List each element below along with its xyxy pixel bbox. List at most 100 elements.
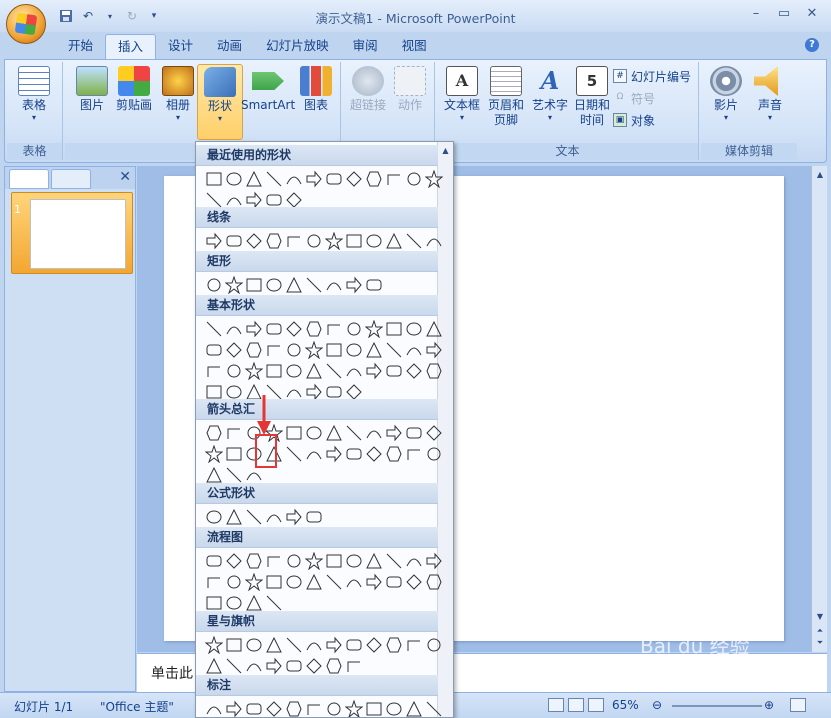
shape-item[interactable] xyxy=(285,320,303,338)
shape-item[interactable] xyxy=(385,170,403,188)
shape-item[interactable] xyxy=(285,657,303,675)
shape-item[interactable] xyxy=(385,341,403,359)
shape-item[interactable] xyxy=(205,424,223,442)
shape-item[interactable] xyxy=(405,636,423,654)
shape-item[interactable] xyxy=(304,340,324,360)
shape-item[interactable] xyxy=(305,320,323,338)
shape-item[interactable] xyxy=(265,362,283,380)
minimize-icon[interactable]: – xyxy=(743,4,769,24)
shape-item[interactable] xyxy=(225,170,243,188)
close-icon[interactable]: ✕ xyxy=(119,169,131,185)
shape-item[interactable] xyxy=(365,573,383,591)
shape-item[interactable] xyxy=(324,231,344,251)
shape-item[interactable] xyxy=(425,445,443,463)
shape-item[interactable] xyxy=(425,552,443,570)
shape-item[interactable] xyxy=(325,657,343,675)
shape-item[interactable] xyxy=(305,424,323,442)
shape-item[interactable] xyxy=(245,466,263,484)
shape-item[interactable] xyxy=(265,700,283,717)
shape-item[interactable] xyxy=(245,170,263,188)
next-slide-icon[interactable]: ⏷ xyxy=(813,636,827,650)
sound-button[interactable]: 声音 ▾ xyxy=(747,64,793,136)
shape-item[interactable] xyxy=(225,232,243,250)
shape-item[interactable] xyxy=(225,700,243,717)
shape-item[interactable] xyxy=(285,445,303,463)
shape-item[interactable] xyxy=(365,341,383,359)
shapes-button[interactable]: 形状 ▾ xyxy=(197,64,243,140)
shape-item[interactable] xyxy=(385,700,403,717)
shape-item[interactable] xyxy=(405,552,423,570)
shape-item[interactable] xyxy=(305,508,323,526)
shape-item[interactable] xyxy=(285,424,303,442)
shape-item[interactable] xyxy=(345,424,363,442)
shape-item[interactable] xyxy=(305,700,323,717)
shape-item[interactable] xyxy=(245,508,263,526)
shape-item[interactable] xyxy=(225,362,243,380)
scroll-up-icon[interactable]: ▲ xyxy=(813,168,827,182)
slideshow-icon[interactable] xyxy=(588,698,604,712)
shape-item[interactable] xyxy=(385,445,403,463)
office-button[interactable] xyxy=(6,4,46,44)
shape-item[interactable] xyxy=(385,320,403,338)
shape-item[interactable] xyxy=(304,551,324,571)
shape-item[interactable] xyxy=(205,657,223,675)
shape-item[interactable] xyxy=(325,424,343,442)
movie-button[interactable]: 影片 ▾ xyxy=(703,64,749,136)
shape-item[interactable] xyxy=(425,424,443,442)
shape-item[interactable] xyxy=(285,508,303,526)
shape-item[interactable] xyxy=(365,170,383,188)
wordart-button[interactable]: A 艺术字 ▾ xyxy=(527,64,573,136)
shape-item[interactable] xyxy=(285,232,303,250)
shape-item[interactable] xyxy=(245,276,263,294)
shape-item[interactable] xyxy=(345,657,363,675)
hyperlink-button[interactable]: 超链接 xyxy=(345,64,391,136)
shape-item[interactable] xyxy=(205,170,223,188)
shape-item[interactable] xyxy=(225,552,243,570)
shape-item[interactable] xyxy=(285,341,303,359)
shape-item[interactable] xyxy=(245,657,263,675)
shape-item[interactable] xyxy=(225,341,243,359)
shape-item[interactable] xyxy=(345,170,363,188)
symbol-button[interactable]: Ω 符号 xyxy=(613,88,655,108)
shape-item[interactable] xyxy=(225,320,243,338)
normal-view-icon[interactable] xyxy=(548,698,564,712)
shape-item[interactable] xyxy=(265,552,283,570)
shape-item[interactable] xyxy=(405,424,423,442)
shape-item[interactable] xyxy=(205,362,223,380)
shape-item[interactable] xyxy=(364,319,384,339)
shape-item[interactable] xyxy=(225,636,243,654)
shape-item[interactable] xyxy=(265,232,283,250)
shape-item[interactable] xyxy=(405,170,423,188)
shape-item[interactable] xyxy=(204,635,224,655)
tab-slideshow[interactable]: 幻灯片放映 xyxy=(254,34,341,60)
shape-item[interactable] xyxy=(425,341,443,359)
tab-review[interactable]: 审阅 xyxy=(341,34,390,60)
shape-item[interactable] xyxy=(305,573,323,591)
shape-item[interactable] xyxy=(365,232,383,250)
maximize-icon[interactable]: ▭ xyxy=(771,4,797,24)
shape-item[interactable] xyxy=(425,232,443,250)
shape-item[interactable] xyxy=(265,341,283,359)
shape-item[interactable] xyxy=(345,341,363,359)
chart-button[interactable]: 图表 xyxy=(293,64,339,136)
shape-item[interactable] xyxy=(405,445,423,463)
shape-item[interactable] xyxy=(225,594,243,612)
action-button[interactable]: 动作 xyxy=(387,64,433,136)
tab-insert[interactable]: 插入 xyxy=(105,34,157,60)
shape-item[interactable] xyxy=(265,573,283,591)
shape-item[interactable] xyxy=(245,594,263,612)
shape-item[interactable] xyxy=(365,552,383,570)
header-footer-button[interactable]: 页眉和 页脚 xyxy=(483,64,529,136)
shape-item[interactable] xyxy=(325,276,343,294)
shape-item[interactable] xyxy=(385,636,403,654)
shape-item[interactable] xyxy=(265,657,283,675)
shape-item[interactable] xyxy=(405,232,423,250)
shape-item[interactable] xyxy=(385,573,403,591)
shape-item[interactable] xyxy=(305,636,323,654)
shape-item[interactable] xyxy=(405,320,423,338)
shape-item[interactable] xyxy=(225,573,243,591)
shape-item[interactable] xyxy=(225,657,243,675)
shape-item[interactable] xyxy=(205,573,223,591)
textbox-button[interactable]: A 文本框 ▾ xyxy=(439,64,485,136)
shape-item[interactable] xyxy=(345,552,363,570)
